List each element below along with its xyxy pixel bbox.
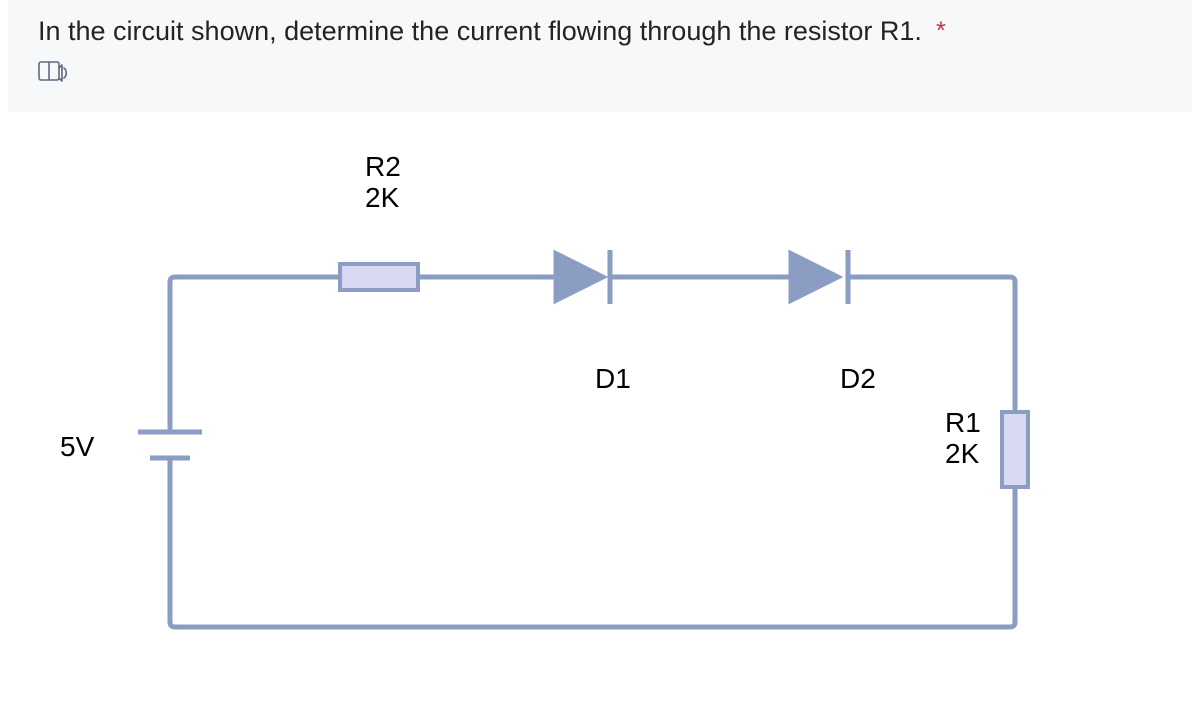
circuit-diagram: .w { stroke:#8b9dc3; stroke-width:5; fil… bbox=[50, 152, 1150, 712]
r2-value: 2K bbox=[365, 183, 401, 214]
d1-name: D1 bbox=[595, 363, 631, 394]
diode-D2 bbox=[790, 250, 858, 304]
r1-name: R1 bbox=[945, 408, 981, 439]
question-text: In the circuit shown, determine the curr… bbox=[38, 16, 922, 47]
circuit-svg: .w { stroke:#8b9dc3; stroke-width:5; fil… bbox=[50, 152, 1050, 712]
diode-D1 bbox=[555, 250, 620, 304]
required-marker: * bbox=[936, 17, 946, 46]
label-r2: R2 2K bbox=[365, 152, 401, 214]
r1-value: 2K bbox=[945, 439, 981, 470]
source-voltage-text: 5V bbox=[60, 431, 94, 462]
voltage-source bbox=[138, 422, 202, 472]
resistor-R2 bbox=[340, 264, 418, 290]
label-r1: R1 2K bbox=[945, 408, 981, 470]
resistor-R1 bbox=[1002, 412, 1028, 487]
d2-name: D2 bbox=[840, 363, 876, 394]
question-header: In the circuit shown, determine the curr… bbox=[8, 0, 1192, 112]
r2-name: R2 bbox=[365, 152, 401, 183]
label-d1: D1 bbox=[595, 364, 631, 395]
page-root: In the circuit shown, determine the curr… bbox=[0, 0, 1200, 713]
immersive-reader-icon[interactable] bbox=[38, 59, 70, 87]
label-d2: D2 bbox=[840, 364, 876, 395]
label-5v: 5V bbox=[60, 432, 94, 463]
question-row: In the circuit shown, determine the curr… bbox=[38, 16, 1162, 47]
